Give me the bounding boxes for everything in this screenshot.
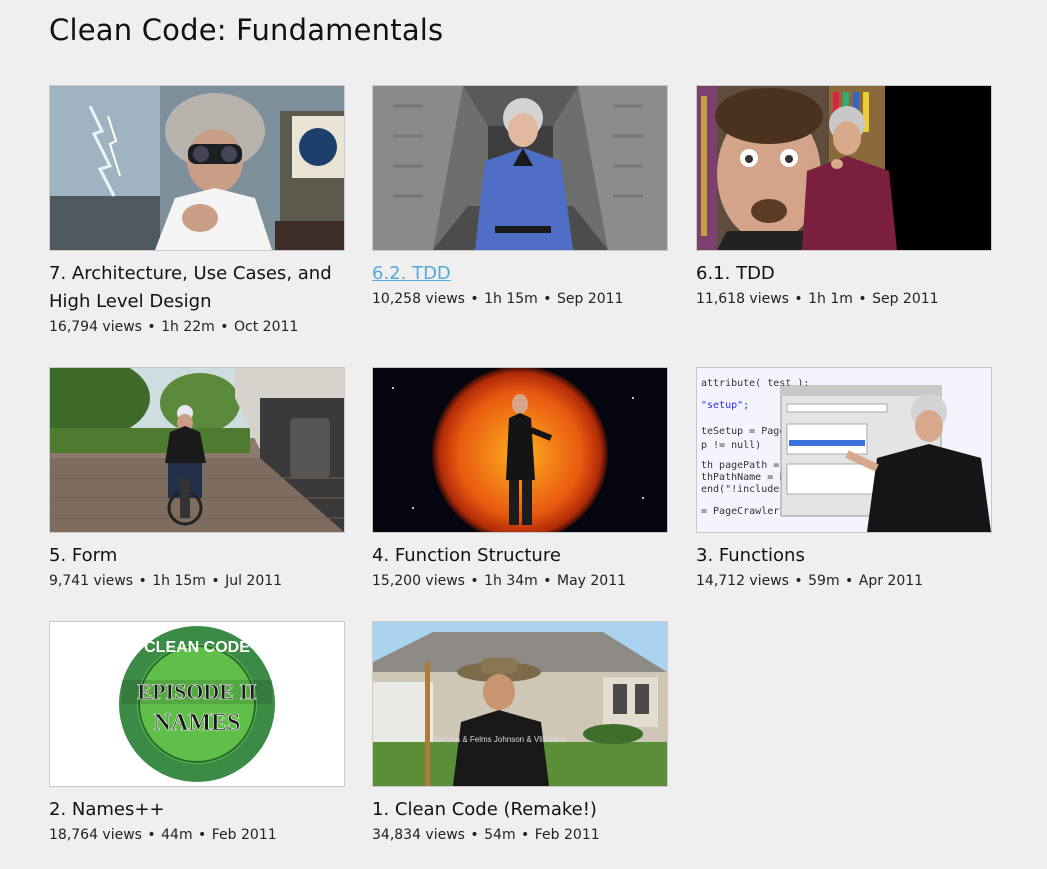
episode-date: May 2011 [557,573,627,589]
episode-5-thumbnail-image [50,368,344,532]
episode-meta: 10,258 views • 1h 15m • Sep 2011 [372,289,668,309]
episode-title-link[interactable]: 7. Architecture, Use Cases, and High Lev… [49,260,339,316]
episode-date: Feb 2011 [534,827,600,843]
meta-separator: • [845,573,854,589]
meta-separator: • [220,319,229,335]
page-title: Clean Code: Fundamentals [49,13,444,47]
episode-duration: 1h 15m [484,291,538,307]
episode-3-thumbnail-image: attribute( test ); "setup"; teSetup = Pa… [697,368,991,532]
thumb-logo-text: EPISODE II [137,679,256,704]
episode-title-link[interactable]: 6.1. TDD [696,260,986,288]
episode-date: Sep 2011 [557,291,624,307]
episode-title-link[interactable]: 4. Function Structure [372,542,662,570]
episode-views: 9,741 views [49,573,134,589]
episode-card: 6.1. TDD 11,618 views • 1h 1m • Sep 2011 [696,85,992,309]
episode-4-thumbnail-image [373,368,667,532]
thumb-code-line: "setup"; [701,400,749,411]
thumb-code-line: p != null) [701,440,761,451]
episode-1-thumbnail-image: Samma & Felms Johnson & Vlissides [373,622,667,786]
episode-meta: 16,794 views • 1h 22m • Oct 2011 [49,317,345,337]
thumb-logo-text: NAMES [154,710,241,736]
episode-date: Oct 2011 [234,319,299,335]
episode-duration: 1h 15m [152,573,206,589]
meta-separator: • [794,291,803,307]
episode-2-thumbnail-image: CLEAN CODE EPISODE II NAMES [50,622,344,786]
episode-thumbnail-5[interactable] [49,367,345,533]
episode-thumbnail-6-2[interactable] [372,85,668,251]
episode-6-2-thumbnail-image [373,86,667,250]
episode-meta: 11,618 views • 1h 1m • Sep 2011 [696,289,992,309]
episode-views: 18,764 views [49,827,142,843]
episode-thumbnail-2[interactable]: CLEAN CODE EPISODE II NAMES [49,621,345,787]
meta-separator: • [138,573,147,589]
meta-separator: • [543,573,552,589]
meta-separator: • [198,827,207,843]
meta-separator: • [521,827,530,843]
episode-7-thumbnail-image [50,86,344,250]
episode-title-link[interactable]: 2. Names++ [49,796,339,824]
meta-separator: • [794,573,803,589]
episode-date: Jul 2011 [225,573,283,589]
episode-card: 7. Architecture, Use Cases, and High Lev… [49,85,345,337]
episode-meta: 18,764 views • 44m • Feb 2011 [49,825,345,845]
episode-meta: 14,712 views • 59m • Apr 2011 [696,571,992,591]
episode-card: CLEAN CODE EPISODE II NAMES 2. Names++ 1… [49,621,345,845]
meta-separator: • [211,573,220,589]
episode-thumbnail-1[interactable]: Samma & Felms Johnson & Vlissides [372,621,668,787]
episode-meta: 34,834 views • 54m • Feb 2011 [372,825,668,845]
episode-title-link[interactable]: 3. Functions [696,542,986,570]
episode-thumbnail-6-1[interactable] [696,85,992,251]
meta-separator: • [470,827,479,843]
episode-thumbnail-3[interactable]: attribute( test ); "setup"; teSetup = Pa… [696,367,992,533]
episode-views: 34,834 views [372,827,465,843]
episode-views: 11,618 views [696,291,789,307]
episode-title-link[interactable]: 1. Clean Code (Remake!) [372,796,662,824]
episode-title-link[interactable]: 6.2. TDD [372,260,662,288]
episode-date: Sep 2011 [872,291,939,307]
episode-views: 16,794 views [49,319,142,335]
episode-thumbnail-4[interactable] [372,367,668,533]
page: Clean Code: Fundamentals 7. Architecture… [0,0,1047,869]
episode-date: Feb 2011 [211,827,277,843]
episode-views: 14,712 views [696,573,789,589]
episode-thumbnail-7[interactable] [49,85,345,251]
thumb-logo-text: CLEAN CODE [144,639,250,656]
episode-duration: 1h 34m [484,573,538,589]
meta-separator: • [858,291,867,307]
episode-meta: 15,200 views • 1h 34m • May 2011 [372,571,668,591]
meta-separator: • [470,291,479,307]
episode-6-1-thumbnail-image [697,86,991,250]
episode-meta: 9,741 views • 1h 15m • Jul 2011 [49,571,345,591]
episode-title-link[interactable]: 5. Form [49,542,339,570]
meta-separator: • [470,573,479,589]
episode-date: Apr 2011 [858,573,924,589]
meta-separator: • [543,291,552,307]
meta-separator: • [147,827,156,843]
episode-duration: 44m [161,827,193,843]
episode-card: attribute( test ); "setup"; teSetup = Pa… [696,367,992,591]
meta-separator: • [147,319,156,335]
episode-card: 6.2. TDD 10,258 views • 1h 15m • Sep 201… [372,85,668,309]
episode-duration: 59m [808,573,840,589]
episode-views: 10,258 views [372,291,465,307]
episode-duration: 1h 22m [161,319,215,335]
thumb-shirt-text: Samma & Felms Johnson & Vlissides [433,735,566,744]
episode-card: Samma & Felms Johnson & Vlissides 1. Cle… [372,621,668,845]
episode-duration: 1h 1m [808,291,853,307]
episode-card: 4. Function Structure 15,200 views • 1h … [372,367,668,591]
episode-duration: 54m [484,827,516,843]
episode-views: 15,200 views [372,573,465,589]
episode-card: 5. Form 9,741 views • 1h 15m • Jul 2011 [49,367,345,591]
